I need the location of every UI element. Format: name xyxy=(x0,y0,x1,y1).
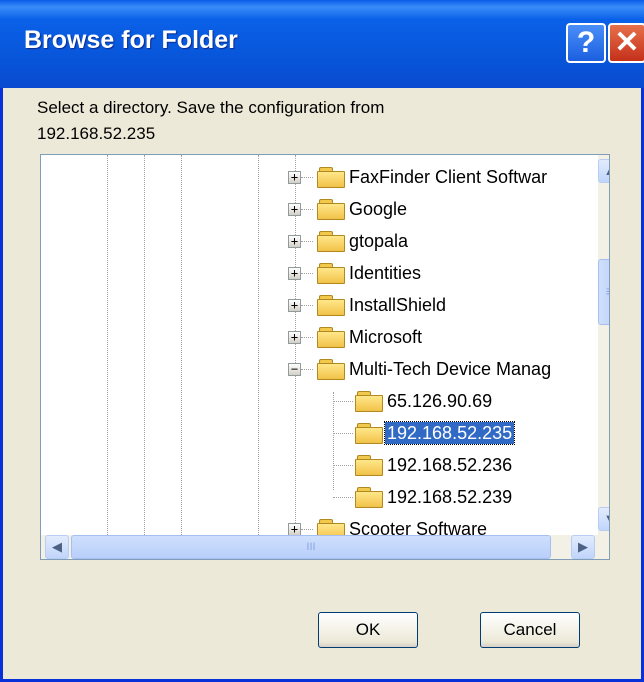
tree-item[interactable]: + Google xyxy=(41,195,596,225)
folder-icon xyxy=(317,359,345,380)
tree-connector xyxy=(333,433,353,434)
folder-icon xyxy=(355,487,383,508)
folder-icon xyxy=(317,295,345,316)
folder-icon xyxy=(317,327,345,348)
instruction-text: Select a directory. Save the configurati… xyxy=(37,95,384,147)
tree-item[interactable]: − Multi-Tech Device Manag xyxy=(41,355,596,385)
tree-item[interactable]: + InstallShield xyxy=(41,291,596,321)
tree-item-selected[interactable]: 192.168.52.235 xyxy=(41,419,596,449)
collapse-icon[interactable]: − xyxy=(288,363,301,376)
instruction-line-2: 192.168.52.235 xyxy=(37,124,156,143)
tree-item-label[interactable]: 192.168.52.236 xyxy=(385,454,514,476)
tree-item[interactable]: 192.168.52.236 xyxy=(41,451,596,481)
scroll-right-button[interactable]: ▶ xyxy=(571,535,595,559)
tree-item-label[interactable]: 65.126.90.69 xyxy=(385,390,494,412)
folder-icon xyxy=(317,199,345,220)
scroll-up-button[interactable]: ▲ xyxy=(598,159,609,183)
folder-icon xyxy=(355,391,383,412)
folder-icon xyxy=(317,263,345,284)
expand-icon[interactable]: + xyxy=(288,171,301,184)
help-button[interactable]: ? xyxy=(566,23,606,63)
cancel-button[interactable]: Cancel xyxy=(480,612,580,648)
expand-icon[interactable]: + xyxy=(288,331,301,344)
tree-item[interactable]: + gtopala xyxy=(41,227,596,257)
tree-item-label[interactable]: gtopala xyxy=(347,230,410,252)
folder-icon xyxy=(355,455,383,476)
tree-connector xyxy=(301,305,313,306)
folder-tree[interactable]: + FaxFinder Client Softwar + Google + gtopala… xyxy=(40,154,610,560)
folder-icon xyxy=(317,167,345,188)
scroll-down-button[interactable]: ▼ xyxy=(598,507,609,531)
tree-item[interactable]: 192.168.52.239 xyxy=(41,483,596,513)
tree-item-label[interactable]: Identities xyxy=(347,262,423,284)
tree-connector xyxy=(301,273,313,274)
tree-item[interactable]: + Microsoft xyxy=(41,323,596,353)
tree-connector xyxy=(301,369,313,370)
ok-button[interactable]: OK xyxy=(318,612,418,648)
title-bar[interactable]: Browse for Folder ? ✕ xyxy=(0,0,644,88)
tree-item-label[interactable]: Multi-Tech Device Manag xyxy=(347,358,553,380)
vertical-scroll-thumb[interactable]: ≡ xyxy=(598,259,609,325)
tree-connector xyxy=(333,465,353,466)
browse-for-folder-dialog: Browse for Folder ? ✕ Select a directory… xyxy=(0,0,644,682)
tree-connector xyxy=(333,497,353,498)
tree-connector xyxy=(301,529,313,530)
tree-item-label[interactable]: InstallShield xyxy=(347,294,448,316)
tree-connector xyxy=(301,209,313,210)
tree-item-label[interactable]: FaxFinder Client Softwar xyxy=(347,166,549,188)
expand-icon[interactable]: + xyxy=(288,299,301,312)
folder-icon xyxy=(355,423,383,444)
instruction-line-1: Select a directory. Save the configurati… xyxy=(37,98,385,117)
expand-icon[interactable]: + xyxy=(288,203,301,216)
tree-item[interactable]: + FaxFinder Client Softwar xyxy=(41,163,596,193)
scroll-left-button[interactable]: ◀ xyxy=(45,535,69,559)
vertical-scrollbar[interactable]: ▲ ≡ ▼ xyxy=(598,155,609,535)
tree-item-label[interactable]: 192.168.52.239 xyxy=(385,486,514,508)
expand-icon[interactable]: + xyxy=(288,235,301,248)
expand-icon[interactable]: + xyxy=(288,267,301,280)
tree-item-label[interactable]: Microsoft xyxy=(347,326,424,348)
close-button[interactable]: ✕ xyxy=(608,23,644,63)
tree-connector xyxy=(301,337,313,338)
folder-icon xyxy=(317,231,345,252)
tree-connector xyxy=(301,241,313,242)
window-title: Browse for Folder xyxy=(24,26,238,54)
horizontal-scrollbar[interactable]: ◀ III ▶ xyxy=(41,535,609,559)
tree-item-label[interactable]: 192.168.52.235 xyxy=(383,421,516,445)
horizontal-scroll-thumb[interactable]: III xyxy=(71,535,551,559)
tree-connector xyxy=(301,177,313,178)
tree-item[interactable]: 65.126.90.69 xyxy=(41,387,596,417)
tree-item-label[interactable]: Google xyxy=(347,198,409,220)
tree-item[interactable]: + Identities xyxy=(41,259,596,289)
tree-connector xyxy=(333,401,353,402)
